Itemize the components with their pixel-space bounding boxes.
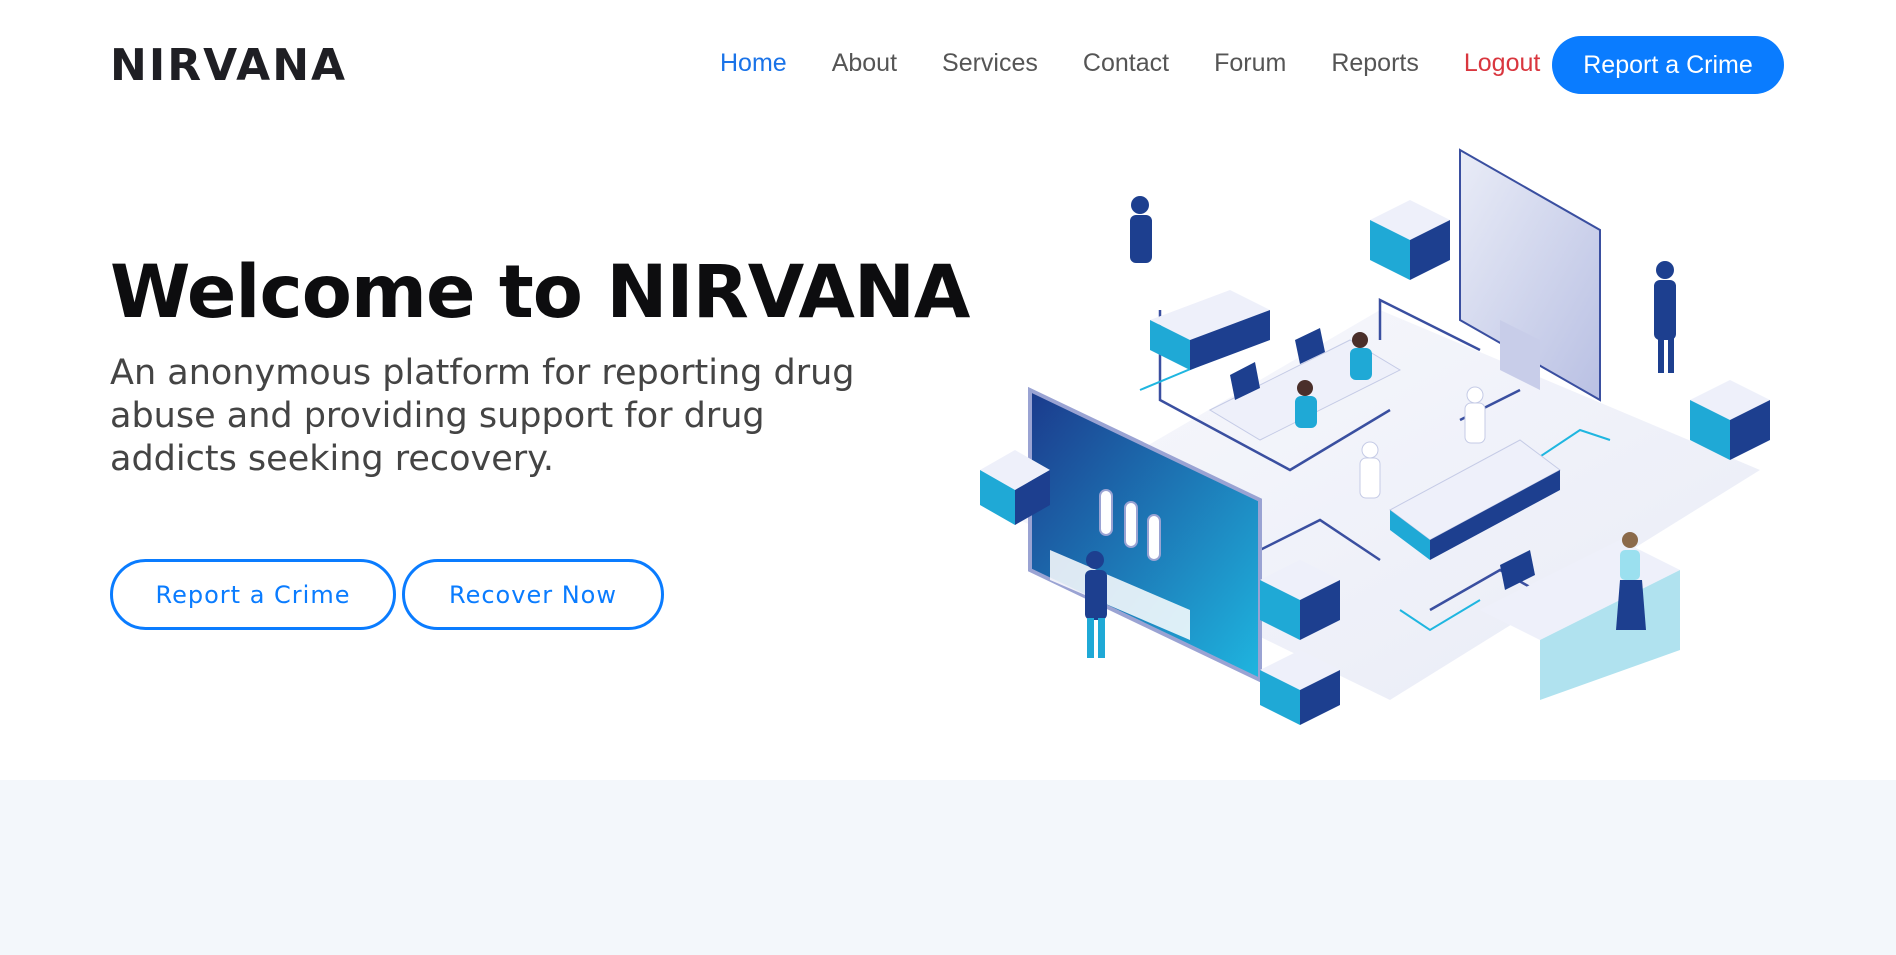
nav-forum-link[interactable]: Forum <box>1214 49 1286 78</box>
nav-logout-link[interactable]: Logout <box>1464 49 1540 78</box>
recover-now-button[interactable]: Recover Now <box>402 559 664 630</box>
nav-home-link[interactable]: Home <box>720 49 787 78</box>
nav-reports-link[interactable]: Reports <box>1331 49 1419 78</box>
brand-logo[interactable]: NIRVANA <box>110 40 347 91</box>
hero-illustration <box>980 148 1770 725</box>
nav-menu: Home About Services Contact Forum Report… <box>720 49 1585 78</box>
hero-title: Welcome to NIRVANA <box>110 250 970 335</box>
navbar: NIRVANA Home About Services Contact Foru… <box>0 0 1896 130</box>
report-crime-button[interactable]: Report a Crime <box>110 559 396 630</box>
nav-services-link[interactable]: Services <box>942 49 1038 78</box>
nav-contact-link[interactable]: Contact <box>1083 49 1169 78</box>
nav-about-link[interactable]: About <box>832 49 897 78</box>
report-crime-nav-button[interactable]: Report a Crime <box>1552 36 1784 94</box>
hero-subtitle: An anonymous platform for reporting drug… <box>110 353 855 479</box>
lower-section <box>0 780 1896 955</box>
